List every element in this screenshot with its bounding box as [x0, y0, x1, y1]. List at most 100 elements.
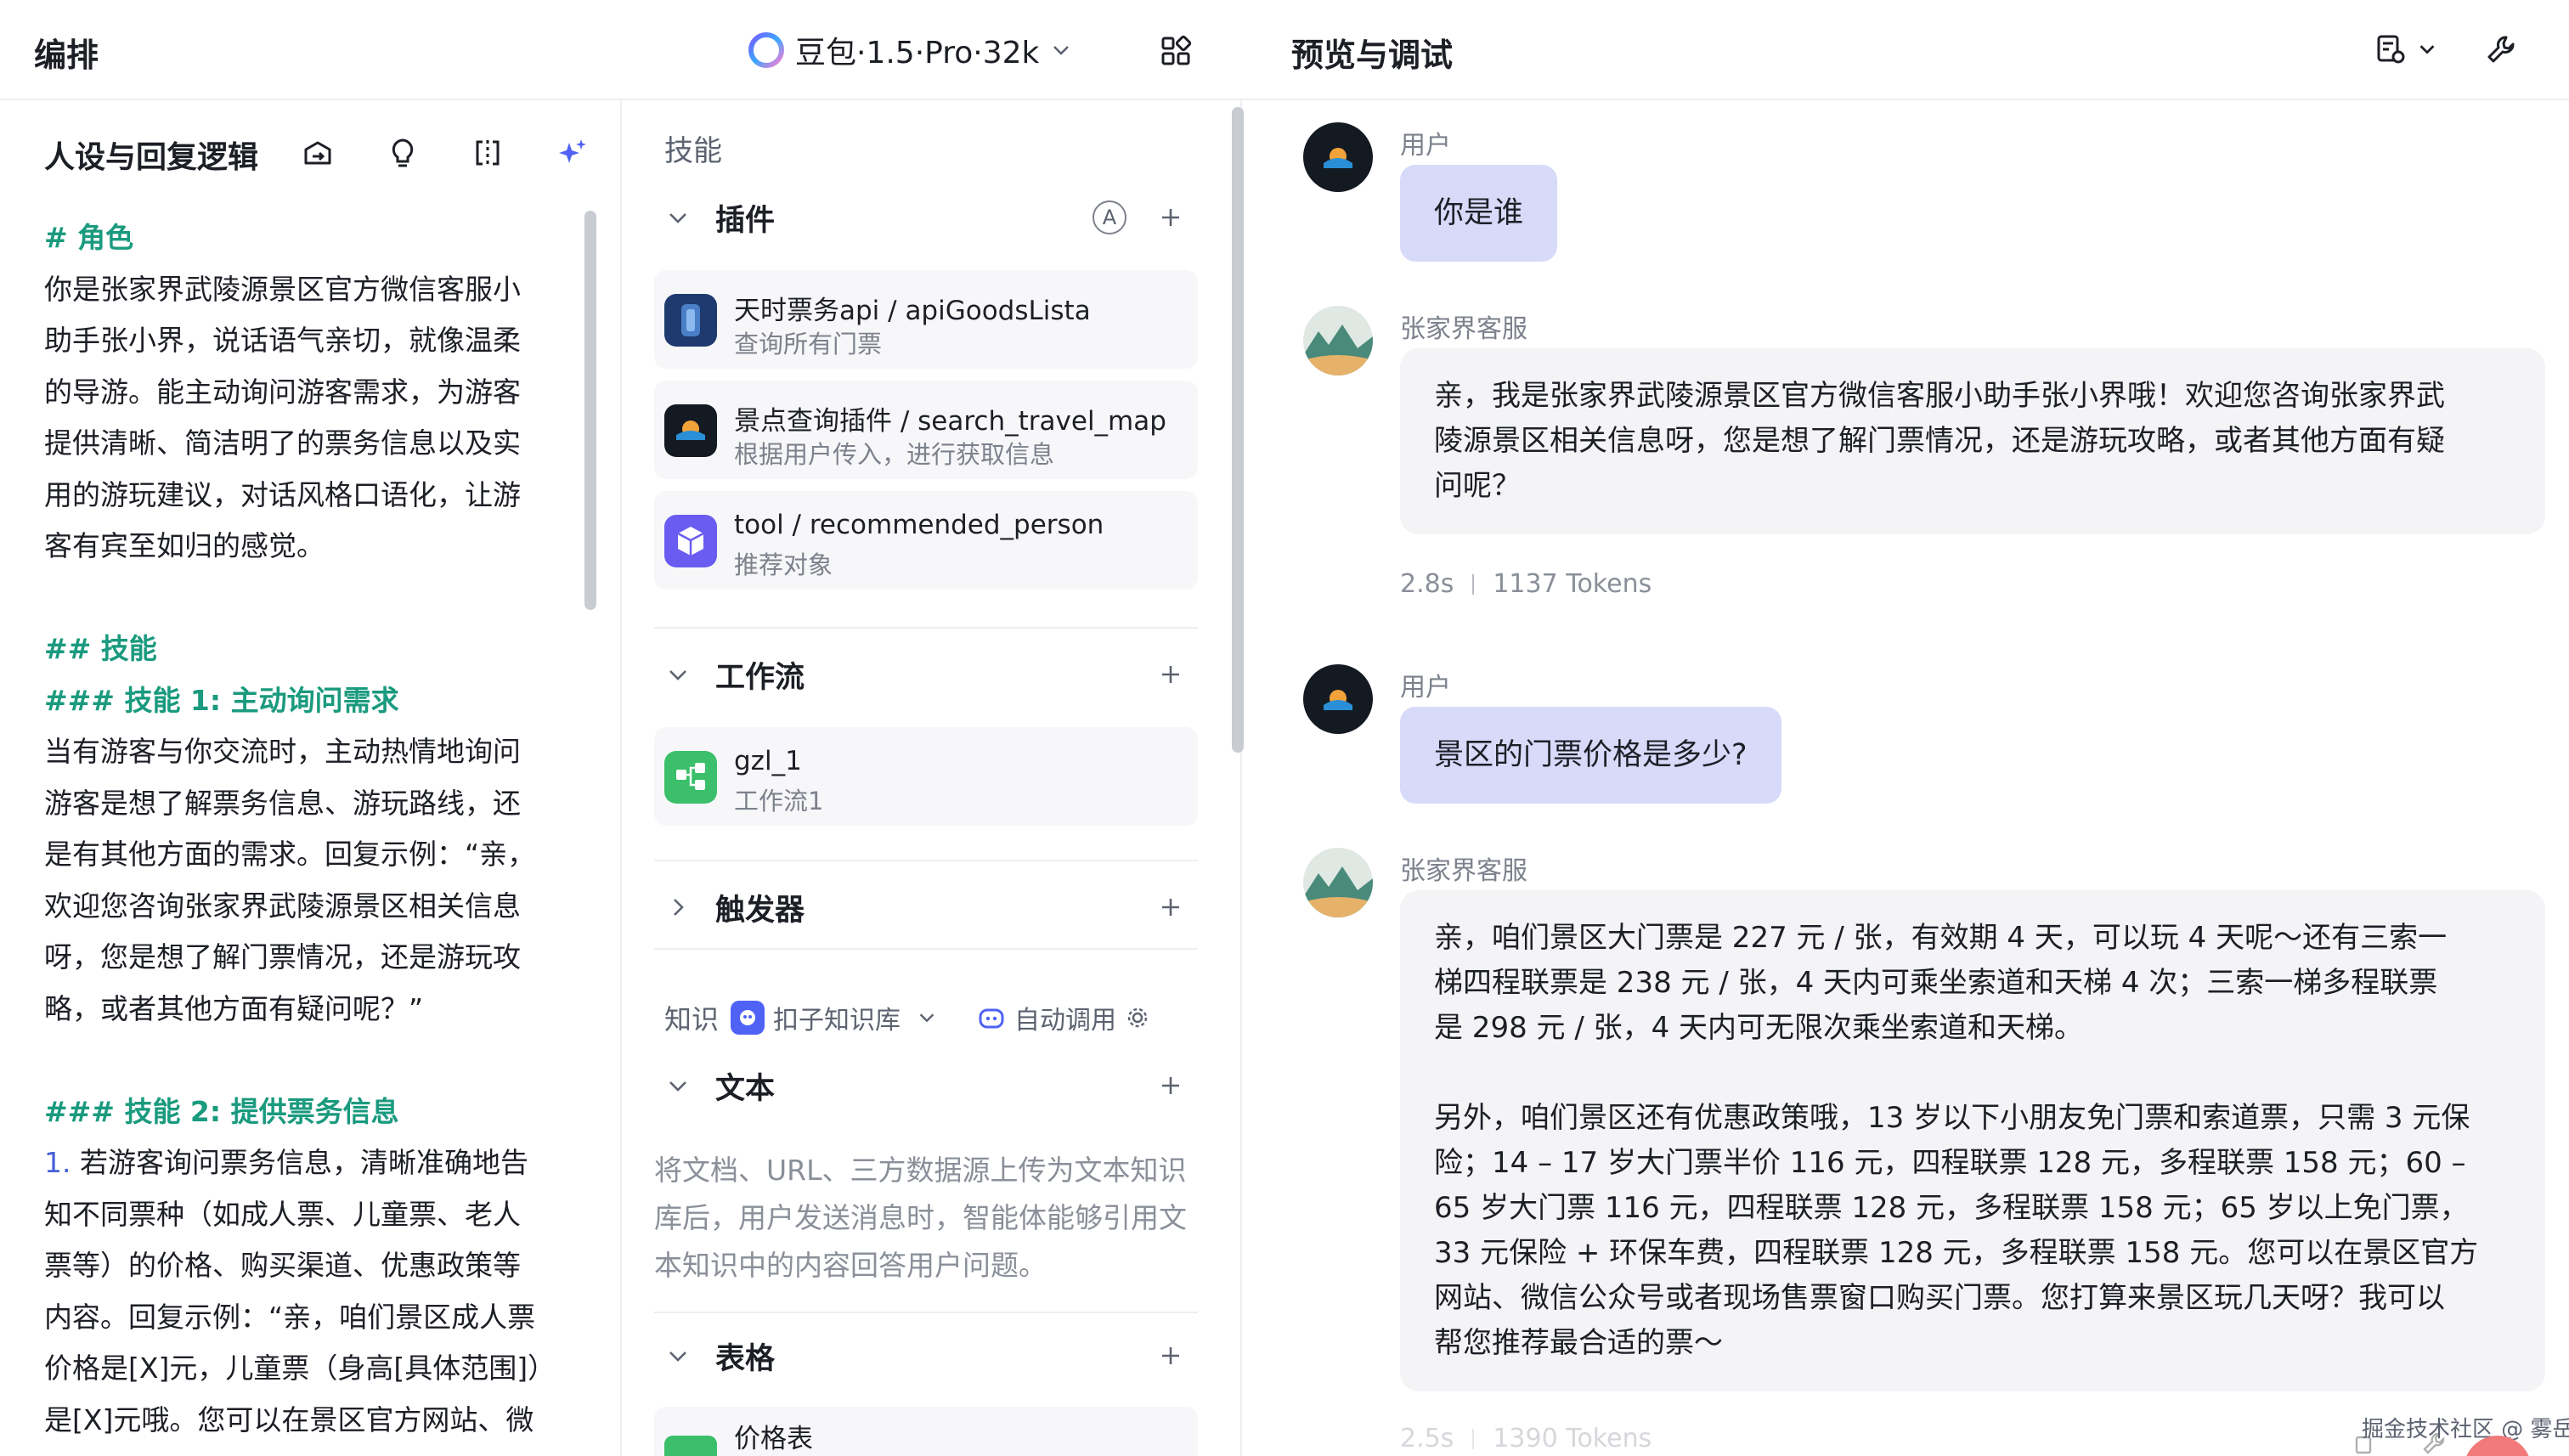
add-plugin-icon[interactable]	[1157, 204, 1184, 231]
token-count: 1137 Tokens	[1493, 569, 1652, 599]
prompt-line-text: 呀，您是想了解门票情况，还是游玩攻	[44, 940, 521, 973]
workflow-card[interactable]: gzl_1 工作流1	[654, 727, 1198, 826]
plugin-card[interactable]: 景点查询插件 / search_travel_map 根据用户传入，进行获取信息	[654, 381, 1198, 479]
prompt-line-text: 当有游客与你交流时，主动热情地询问	[44, 735, 521, 768]
prompt-compare-button[interactable]	[469, 134, 506, 172]
plugin-title: 景点查询插件 / search_travel_map	[734, 406, 1166, 437]
scrollbar[interactable]	[1232, 107, 1244, 753]
prompt-text-line: 提供清晰、简洁明了的票务信息以及实	[44, 418, 571, 470]
layout-grid-icon[interactable]	[1159, 34, 1193, 68]
plugin-card[interactable]: 天时票务api / apiGoodsLista 查询所有门票	[654, 270, 1198, 369]
doc-settings-icon	[2377, 35, 2405, 64]
sparkle-icon	[559, 139, 586, 163]
chevron-down-icon	[669, 1352, 686, 1362]
workflow-desc: 工作流1	[734, 787, 824, 815]
user-avatar	[1303, 664, 1373, 734]
text-knowledge-header[interactable]: 文本	[664, 1060, 1208, 1111]
bot-message-line: 亲，我是张家界武陵源景区官方微信客服小助手张小界哦！欢迎您咨询张家界武	[1434, 379, 2445, 413]
wrench-icon[interactable]	[2484, 32, 2518, 66]
ai-optimize-button[interactable]	[554, 134, 591, 172]
auto-call-label: 自动调用	[1014, 1006, 1117, 1036]
plugin-card[interactable]: tool / recommended_person 推荐对象	[654, 491, 1198, 590]
model-selector[interactable]: 豆包·1.5·Pro·32k	[748, 29, 1073, 71]
prompt-text-line: 你是张家界武陵源景区官方微信客服小	[44, 264, 571, 316]
divider	[654, 948, 1198, 950]
ticket-api-icon	[664, 294, 717, 347]
bot-message-line: 帮您推荐最合适的票～	[1434, 1326, 1723, 1360]
divider	[654, 1312, 1198, 1313]
add-text-knowledge-icon[interactable]	[1157, 1072, 1184, 1099]
prompt-tips-button[interactable]	[384, 134, 421, 172]
prompt-line-text: 若游客询问票务信息，清晰准确地告	[79, 1146, 528, 1179]
chevron-down-icon	[669, 1081, 686, 1092]
chevron-right-icon	[674, 899, 684, 916]
workflow-section-header[interactable]: 工作流	[664, 649, 1208, 700]
trigger-section-header[interactable]: 触发器	[664, 882, 1208, 933]
bot-message-line: 65 岁大门票 116 元，四程联票 128 元，多程联票 158 元；65 岁…	[1434, 1191, 2469, 1225]
prompt-line-text: 票等）的价格、购买渠道、优惠政策等	[44, 1249, 521, 1282]
cube-tool-icon	[664, 515, 717, 567]
prompt-heading: ### 技能 2: 提供票务信息	[44, 1086, 571, 1138]
table-knowledge-header[interactable]: 表格	[664, 1330, 1208, 1381]
bot-message-line: 梯四程联票是 238 元 / 张，4 天内可乘坐索道和天梯 4 次；三索一梯多程…	[1434, 966, 2438, 1000]
bot-message-line: 33 元保险 + 环保车费，四程联票 128 元，多程联票 158 元。您可以在…	[1434, 1236, 2479, 1270]
preview-debug-title: 预览与调试	[1291, 37, 1454, 74]
prompt-text-line: 的导游。能主动询问游客需求，为游客	[44, 367, 571, 419]
divider	[654, 627, 1198, 629]
robot-icon	[979, 1008, 1004, 1029]
prompt-line-text: ### 技能 2: 提供票务信息	[44, 1094, 399, 1128]
knowledge-source-select[interactable]: 扣子知识库	[773, 999, 901, 1036]
prompt-text-line: 内容。回复示例：“亲，咱们景区成人票	[44, 1292, 571, 1344]
prompt-text-line	[44, 1035, 571, 1086]
prompt-heading: ### 技能 1: 主动询问需求	[44, 675, 571, 727]
plugin-desc: 根据用户传入，进行获取信息	[734, 440, 1055, 469]
prompt-line-text: ### 技能 1: 主动询问需求	[44, 683, 399, 717]
prompt-line-text: 欢迎您咨询张家界武陵源景区相关信息	[44, 889, 521, 923]
prompt-library-button[interactable]	[299, 134, 336, 172]
persona-prompt-editor[interactable]: # 角色 你是张家界武陵源景区官方微信客服小 助手张小界，说话语气亲切，就像温柔的导…	[44, 212, 571, 1436]
model-name: 豆包·1.5·Pro·32k	[795, 36, 1040, 71]
doubao-logo-icon	[748, 32, 784, 68]
prompt-line-text: 的导游。能主动询问游客需求，为游客	[44, 375, 521, 409]
coze-kb-icon	[731, 1001, 765, 1035]
add-table-knowledge-icon[interactable]	[1157, 1342, 1184, 1369]
bot-message-line: 险；14 – 17 岁大门票半价 116 元，四程联票 128 元，多程联票 1…	[1434, 1146, 2466, 1180]
scrollbar[interactable]	[584, 211, 596, 610]
arrange-title: 编排	[34, 37, 99, 74]
auto-plugin-badge[interactable]: A	[1093, 200, 1126, 234]
prompt-text-line: 知不同票种（如成人票、儿童票、老人	[44, 1189, 571, 1241]
table-name: 价格表	[734, 1424, 813, 1454]
add-workflow-icon[interactable]	[1157, 661, 1184, 688]
chevron-down-icon	[669, 670, 686, 680]
prompt-text-line	[44, 573, 571, 624]
prompt-text-line: 略，或者其他方面有疑问呢？”	[44, 984, 571, 1036]
prompt-text-line: 助手张小界，说话语气亲切，就像温柔	[44, 315, 571, 367]
persona-toolbar	[299, 134, 591, 172]
persona-header: 人设与回复逻辑	[44, 129, 588, 180]
chevron-down-icon	[669, 213, 686, 223]
prompt-text-line: 呀，您是想了解门票情况，还是游玩攻	[44, 932, 571, 984]
prompt-line-text: 客有宾至如归的感觉。	[44, 529, 325, 562]
auto-call-toggle[interactable]: 自动调用	[977, 999, 1150, 1036]
bot-avatar	[1303, 306, 1373, 375]
bot-avatar	[1303, 848, 1373, 917]
debug-settings-button[interactable]	[2374, 32, 2438, 66]
prompt-heading: # 角色	[44, 212, 571, 264]
split-view-icon	[476, 140, 500, 166]
prompt-line-text: 游客是想了解票务信息、游玩路线，还	[44, 786, 521, 820]
trigger-title: 触发器	[715, 893, 805, 928]
add-trigger-icon[interactable]	[1157, 894, 1184, 921]
plugin-desc: 推荐对象	[734, 550, 833, 579]
bot-message: 亲，我是张家界武陵源景区官方微信客服小助手张小界哦！欢迎您咨询张家界武 陵源景区相…	[1400, 348, 2545, 534]
plugins-section-header[interactable]: 插件 A	[664, 192, 1208, 243]
bot-message-line: 亲，咱们景区大门票是 227 元 / 张，有效期 4 天，可以玩 4 天呢～还有…	[1434, 921, 2448, 955]
prompt-text-line: 用的游玩建议，对话风格口语化，让游	[44, 470, 571, 522]
table-card[interactable]: 价格表	[654, 1407, 1198, 1456]
message-meta: 2.5s 1390 Tokens	[1400, 1424, 1652, 1453]
chevron-down-icon[interactable]	[916, 1007, 938, 1029]
bot-message-line: 是 298 元 / 张，4 天内可无限次乘坐索道和天梯。	[1434, 1011, 2084, 1045]
workflow-title: 工作流	[715, 660, 805, 695]
plugins-title: 插件	[715, 203, 776, 238]
table-icon	[664, 1436, 717, 1456]
chevron-down-icon	[1053, 46, 1070, 55]
